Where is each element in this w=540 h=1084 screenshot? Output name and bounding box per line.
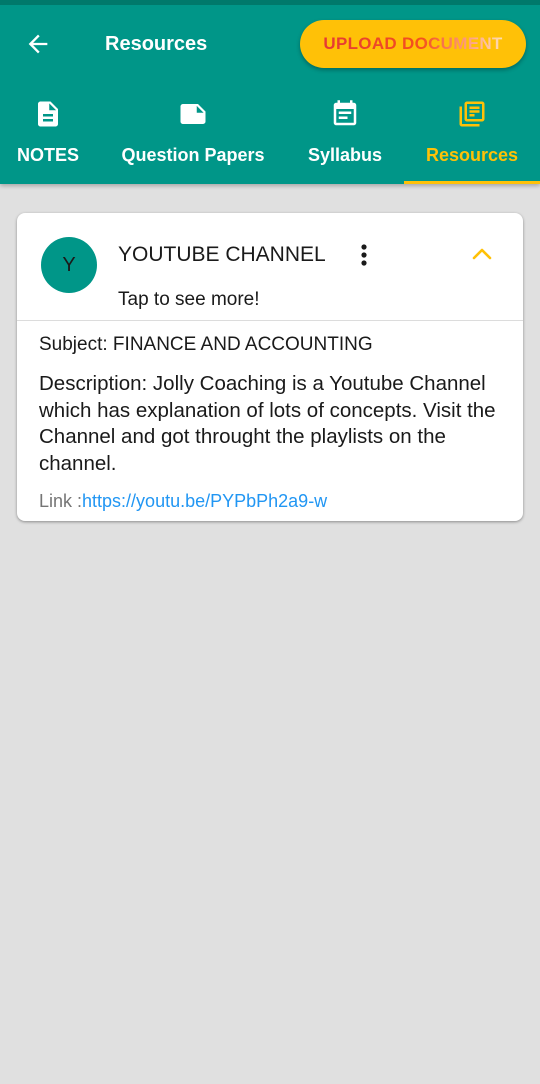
tab-label: NOTES [16,145,79,165]
divider [17,320,523,321]
collapse-button[interactable] [467,239,497,269]
calendar-icon [329,98,361,130]
document-icon [32,98,64,130]
back-button[interactable] [18,24,58,64]
tab-label: Syllabus [307,145,383,165]
more-vert-icon [361,244,367,266]
status-strip [0,0,540,5]
tab-label: Resources [425,145,519,165]
tab-question-papers[interactable]: Question Papers [118,88,268,184]
more-options-button[interactable] [351,239,377,271]
chevron-up-icon [472,248,492,260]
app-bar: Resources UPLOAD DOCUMENT NOTES Question… [0,0,540,184]
note-icon [177,98,209,130]
tab-syllabus[interactable]: Syllabus [305,88,385,184]
link-row: Link :https://youtu.be/PYPbPh2a9-w [39,489,327,513]
card-title: YOUTUBE CHANNEL [118,243,326,266]
tab-label: Question Papers [121,145,265,165]
tab-bar: NOTES Question Papers Syllabus Resources [0,88,540,184]
subject-text: Subject: FINANCE AND ACCOUNTING [39,334,373,355]
avatar: Y [41,237,97,293]
library-books-icon [456,98,488,130]
link-label: Link : [39,491,83,511]
tab-resources[interactable]: Resources [420,88,524,184]
tab-notes[interactable]: NOTES [14,88,82,184]
description-text: Description: Jolly Coaching is a Youtube… [39,372,496,475]
card-subtitle[interactable]: Tap to see more! [118,288,260,312]
active-tab-indicator [404,181,540,184]
upload-document-button[interactable]: UPLOAD DOCUMENT [300,20,526,68]
resource-card[interactable]: Y YOUTUBE CHANNEL Tap to see more! Subje… [17,213,523,521]
youtube-link[interactable]: https://youtu.be/PYPbPh2a9-w [82,491,327,511]
page-title: Resources [105,33,208,55]
avatar-letter: Y [62,253,76,276]
upload-document-label: UPLOAD DOCUMENT [323,34,503,53]
arrow-back-icon [28,34,48,54]
